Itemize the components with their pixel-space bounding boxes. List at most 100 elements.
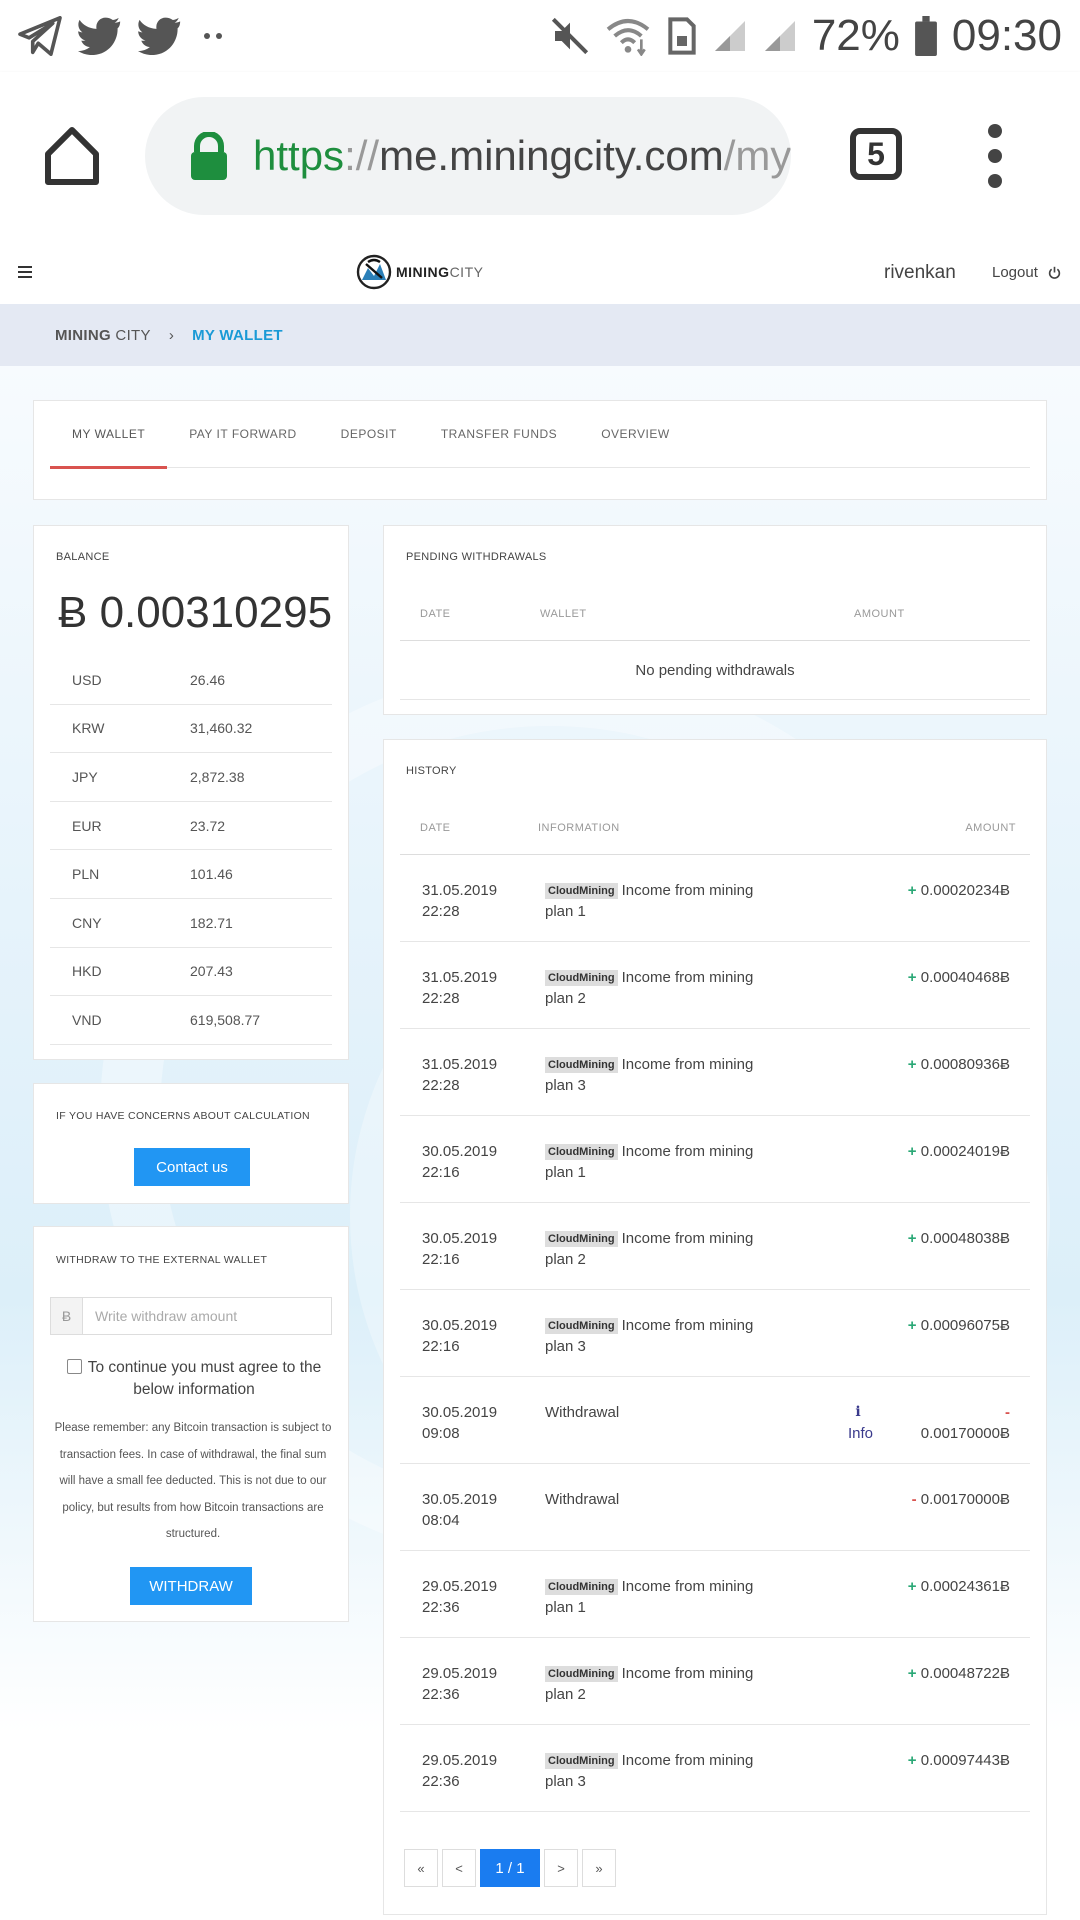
currency-row: EUR 23.72: [50, 802, 332, 851]
history-datetime: 29.05.2019 22:36: [422, 1750, 497, 1792]
page-next-button[interactable]: >: [544, 1849, 578, 1887]
history-info: CloudMining Income from mining plan 3: [545, 1750, 785, 1792]
history-datetime: 30.05.2019 09:08: [422, 1402, 497, 1444]
breadcrumb-current: MY WALLET: [192, 326, 283, 344]
history-time: 22:28: [422, 1077, 460, 1094]
amount-value: 0.00048038Ƀ: [920, 1230, 1010, 1247]
twitter-icon: [78, 17, 121, 55]
currency-row: PLN 101.46: [50, 850, 332, 899]
history-date: 30.05.2019: [422, 1317, 498, 1334]
table-row: 29.05.2019 22:36 CloudMining Income from mi…: [400, 1725, 1030, 1812]
amount-sign: +: [907, 882, 917, 899]
currency-value: 26.46: [190, 671, 226, 688]
amount-value: 0.00170000Ƀ: [920, 1425, 1010, 1442]
amount-sign: +: [907, 1665, 917, 1682]
history-datetime: 31.05.2019 22:28: [422, 967, 497, 1009]
breadcrumb-root-bold: MINING: [55, 326, 111, 344]
cloudmining-tag: CloudMining: [545, 1666, 618, 1682]
breadcrumb-root-light: CITY: [110, 326, 151, 344]
history-datetime: 30.05.2019 22:16: [422, 1228, 497, 1270]
status-bar: 72% 09:30: [0, 0, 1080, 72]
history-date: 30.05.2019: [422, 1404, 498, 1421]
username[interactable]: rivenkan: [884, 262, 956, 284]
logout-link[interactable]: Logout: [992, 264, 1061, 281]
currency-row: USD 26.46: [50, 656, 332, 705]
cloudmining-tag: CloudMining: [545, 1144, 618, 1160]
breadcrumb-separator: ›: [168, 326, 175, 344]
tab-pay-it-forward[interactable]: PAY IT FORWARD: [189, 401, 296, 468]
history-time: 22:36: [422, 1773, 460, 1790]
history-time: 22:36: [422, 1686, 460, 1703]
history-info: CloudMining Income from mining plan 2: [545, 1663, 785, 1705]
withdraw-amount-input[interactable]: [83, 1298, 331, 1334]
history-info-text: Withdrawal: [545, 1404, 620, 1421]
balance-amount: Ƀ 0.00310295: [58, 588, 333, 637]
amount-value: 0.00170000Ƀ: [920, 1491, 1010, 1508]
concerns-title: IF YOU HAVE CONCERNS ABOUT CALCULATION: [56, 1110, 310, 1122]
history-time: 22:28: [422, 990, 460, 1007]
amount-value: 0.00096075Ƀ: [920, 1317, 1010, 1334]
currency-row: KRW 31,460.32: [50, 705, 332, 754]
history-amount: + 0.00024361Ƀ: [908, 1576, 1010, 1597]
history-info: Withdrawal: [545, 1402, 785, 1423]
page-last-button[interactable]: »: [582, 1849, 616, 1887]
concerns-card: IF YOU HAVE CONCERNS ABOUT CALCULATION C…: [33, 1083, 349, 1204]
agree-checkbox[interactable]: [66, 1359, 82, 1374]
logo-mark-icon: [356, 254, 392, 290]
amount-value: 0.00097443Ƀ: [920, 1752, 1010, 1769]
table-row: 31.05.2019 22:28 CloudMining Income from mi…: [400, 855, 1030, 942]
tab-count: 5: [867, 135, 885, 172]
wifi-icon: [606, 19, 650, 56]
col-information: INFORMATION: [538, 822, 620, 834]
history-amount: - 0.00170000Ƀ: [921, 1402, 1010, 1444]
history-rows: 31.05.2019 22:28 CloudMining Income from mi…: [400, 855, 1030, 1812]
col-amount: AMOUNT: [965, 822, 1016, 834]
amount-value: 0.00048722Ƀ: [920, 1665, 1010, 1682]
tab-transfer-funds[interactable]: TRANSFER FUNDS: [441, 401, 557, 468]
contact-us-button[interactable]: Contact us: [134, 1148, 250, 1186]
pending-empty-message: No pending withdrawals: [400, 642, 1030, 700]
signal-icon: [764, 21, 795, 51]
breadcrumb-root[interactable]: MINING CITY: [55, 327, 151, 344]
info-icon: i: [855, 1404, 861, 1420]
history-datetime: 29.05.2019 22:36: [422, 1576, 497, 1618]
browser-menu-icon[interactable]: [985, 124, 1005, 188]
amount-value: 0.00024019Ƀ: [920, 1143, 1010, 1160]
pending-title: PENDING WITHDRAWALS: [406, 551, 547, 563]
cloudmining-tag: CloudMining: [545, 883, 618, 899]
history-amount: + 0.00048722Ƀ: [908, 1663, 1010, 1684]
miningcity-logo[interactable]: MININGCITY: [356, 254, 483, 290]
address-bar[interactable]: https://me.miningcity.com/my: [145, 97, 791, 215]
history-time: 22:16: [422, 1251, 460, 1268]
pagination: « < 1 / 1 > »: [404, 1849, 616, 1887]
tab-my-wallet[interactable]: MY WALLET: [50, 401, 168, 469]
currency-row: HKD 207.43: [50, 948, 332, 997]
table-row: 29.05.2019 22:36 CloudMining Income from mi…: [400, 1638, 1030, 1725]
signal-icon: [714, 21, 745, 51]
tab-deposit[interactable]: DEPOSIT: [341, 401, 397, 468]
url-text: https://me.miningcity.com/my: [253, 132, 791, 180]
history-date: 30.05.2019: [422, 1230, 498, 1247]
hamburger-menu-icon[interactable]: [18, 266, 32, 281]
withdraw-button[interactable]: WITHDRAW: [130, 1567, 252, 1605]
home-icon[interactable]: [40, 124, 104, 188]
history-time: 22:36: [422, 1599, 460, 1616]
page-current[interactable]: 1 / 1: [480, 1849, 540, 1887]
agree-label: To continue you must agree to the below …: [87, 1359, 322, 1398]
currency-code: PLN: [72, 866, 100, 883]
cloudmining-tag: CloudMining: [545, 1231, 618, 1247]
currency-value: 31,460.32: [190, 720, 253, 737]
more-dots-icon: [204, 33, 222, 39]
page-first-button[interactable]: «: [404, 1849, 438, 1887]
history-datetime: 30.05.2019 22:16: [422, 1141, 497, 1183]
info-link[interactable]: i Info: [848, 1402, 873, 1444]
page-prev-button[interactable]: <: [442, 1849, 476, 1887]
amount-sign: +: [907, 1317, 917, 1334]
tab-switcher-button[interactable]: 5: [850, 128, 902, 180]
cloudmining-tag: CloudMining: [545, 1318, 618, 1334]
tab-overview[interactable]: OVERVIEW: [601, 401, 669, 468]
amount-sign: -: [911, 1491, 917, 1508]
currency-row: VND 619,508.77: [50, 996, 332, 1045]
currency-row: CNY 182.71: [50, 899, 332, 948]
col-date: DATE: [420, 822, 451, 834]
